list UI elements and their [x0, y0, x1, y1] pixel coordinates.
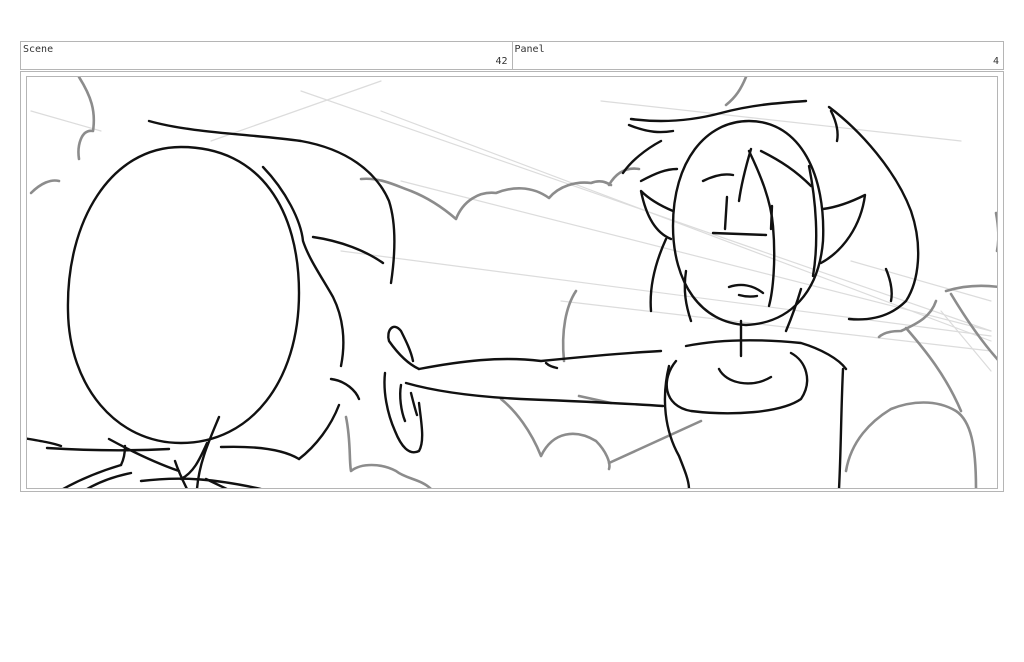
main-character [383, 99, 920, 488]
storyboard-panel [26, 76, 998, 489]
right-ear [819, 193, 867, 265]
perspective-guides [30, 80, 992, 372]
outstretched-arm-top [417, 349, 663, 371]
foreground-character [27, 119, 396, 488]
panel-label: Panel [514, 44, 545, 55]
hand [387, 325, 421, 371]
panel-cell: Panel 4 [511, 42, 1004, 69]
scene-cell: Scene 42 [21, 42, 512, 69]
eyebrow [701, 173, 735, 183]
scene-number: 42 [495, 56, 508, 67]
right-eye [769, 204, 774, 231]
outstretched-arm-bottom [404, 381, 665, 408]
mouth [727, 283, 765, 295]
storyboard-header: Scene 42 Panel 4 [20, 41, 1004, 70]
scene-label: Scene [23, 44, 54, 55]
panel-number: 4 [992, 56, 999, 67]
sketch-drawing [27, 77, 997, 488]
face-guide [711, 231, 768, 237]
left-eye [723, 195, 729, 231]
